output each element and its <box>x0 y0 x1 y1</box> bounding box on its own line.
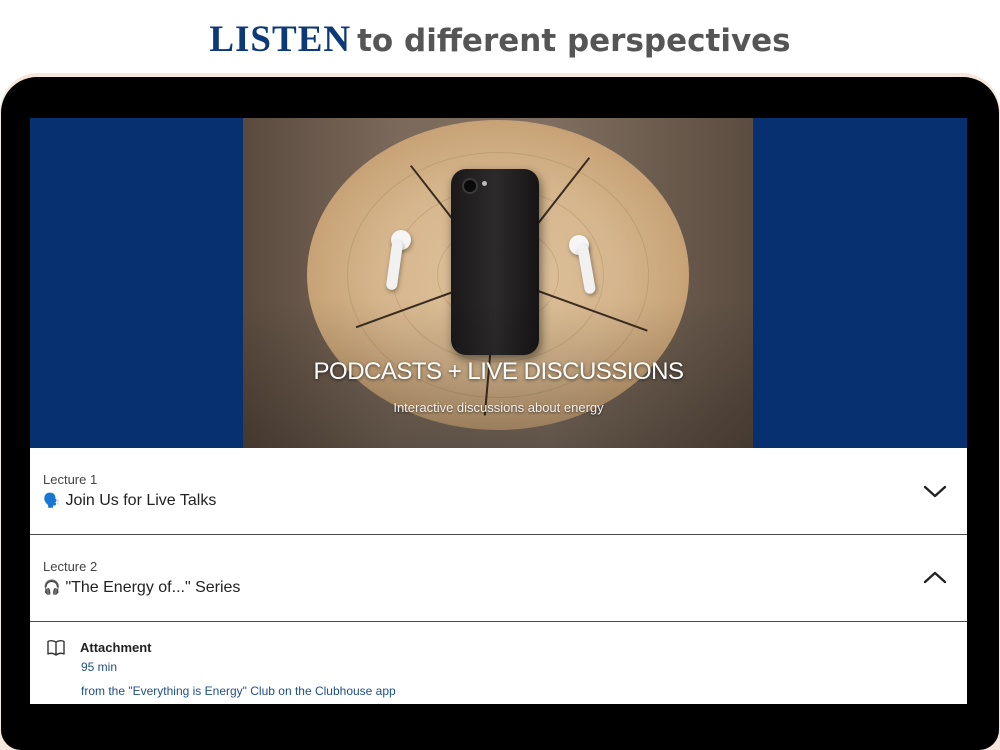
attachment-duration: 95 min <box>81 660 118 674</box>
lecture-2-row[interactable]: Lecture 2 🎧 "The Energy of..." Series <box>30 535 967 622</box>
lecture-2-title-text: "The Energy of..." Series <box>65 579 241 596</box>
tablet-screen: PODCASTS + LIVE DISCUSSIONS Interactive … <box>30 118 967 704</box>
lecture-1-title: 🗣️ Join Us for Live Talks <box>43 492 216 510</box>
lecture-1-title-text: Join Us for Live Talks <box>65 492 217 509</box>
headphones-icon: 🎧 <box>43 579 61 595</box>
lecture-1-number: Lecture 1 <box>43 472 98 487</box>
hero-subtitle: Interactive discussions about energy <box>393 400 604 415</box>
attachment-label[interactable]: Attachment <box>80 640 152 655</box>
lecture-2-number: Lecture 2 <box>43 559 98 574</box>
chevron-down-icon[interactable] <box>923 480 947 502</box>
lecture-1-row[interactable]: Lecture 1 🗣️ Join Us for Live Talks <box>30 448 967 535</box>
course-hero-banner: PODCASTS + LIVE DISCUSSIONS Interactive … <box>30 118 967 448</box>
attachment-note: from the "Everything is Energy" Club on … <box>81 684 396 698</box>
page-headline: LISTEN to different perspectives <box>0 18 1000 69</box>
headline-rest: to different perspectives <box>357 23 791 59</box>
hero-title: PODCASTS + LIVE DISCUSSIONS <box>313 358 684 385</box>
speaking-head-icon: 🗣️ <box>43 492 61 508</box>
chevron-up-icon[interactable] <box>923 567 947 589</box>
hero-photo <box>243 118 753 448</box>
lecture-2-title: 🎧 "The Energy of..." Series <box>43 579 240 597</box>
book-icon <box>47 640 65 656</box>
headline-emphasis: LISTEN <box>209 19 352 60</box>
